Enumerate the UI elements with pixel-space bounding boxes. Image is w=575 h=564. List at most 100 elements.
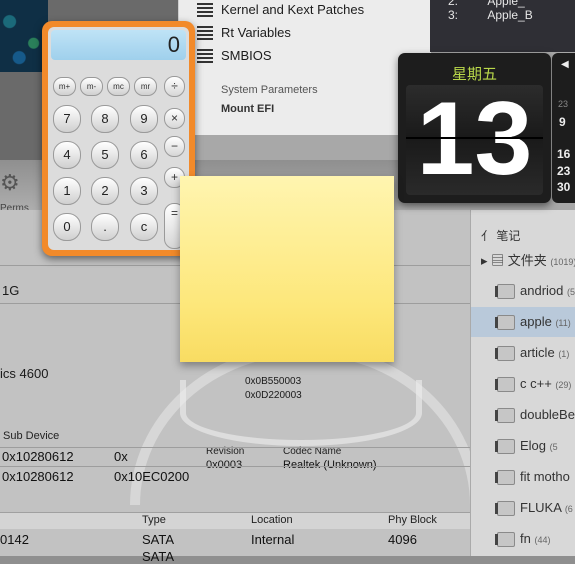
folder-count: (1) [558, 349, 570, 359]
calendar-day: 13 [416, 81, 533, 197]
settings-menu: Kernel and Kext Patches Rt Variables SMB… [178, 0, 431, 135]
partition-name: Apple_B [487, 8, 533, 22]
digit-8-button[interactable]: 8 [91, 105, 119, 133]
folder-count: (6 [564, 504, 573, 514]
memory-clear-button[interactable]: mc [107, 77, 130, 96]
digit-5-button[interactable]: 5 [91, 141, 119, 169]
list-icon [197, 26, 213, 40]
divider [0, 466, 470, 467]
folder-label: c c++ [520, 376, 552, 391]
revision-cell: 0x0003 [206, 459, 243, 471]
graphics-value: ics 4600 [0, 366, 49, 381]
notebook-icon [495, 501, 515, 516]
notes-folder-item[interactable]: doubleBe [471, 400, 575, 430]
notebook-icon [495, 532, 515, 547]
device-id-cell: 0x10EC0200 [114, 469, 190, 484]
memory-recall-button[interactable]: mr [134, 77, 157, 96]
calculator-display-value: 0 [167, 32, 180, 57]
notebook-icon [495, 470, 515, 485]
folder-label: FLUKA [520, 500, 562, 515]
notebook-icon [495, 408, 515, 423]
notes-icon: ⺅ [481, 229, 494, 243]
storage-id-cell: 0142 [0, 532, 29, 547]
calendar-widget: 星期五 13 [398, 53, 551, 203]
notebook-icon [495, 377, 515, 392]
notes-folder-item[interactable]: apple (11) [471, 307, 575, 337]
folder-label: fn [520, 531, 531, 546]
codec-name-cell: Realtek (Unknown) [283, 459, 377, 471]
sub-device-header: Sub Device [3, 430, 60, 442]
gear-icon[interactable]: ⚙ [0, 170, 20, 196]
divider [0, 447, 470, 448]
calendar-side-day[interactable]: 9 [559, 115, 566, 129]
notes-root-folder[interactable]: ▸ ▤ 文件夹 (1019) [481, 250, 575, 269]
calendar-side-top: 23 [558, 99, 569, 109]
folder-count: (5 [549, 442, 558, 452]
notes-folder-item[interactable]: c c++ (29) [471, 369, 575, 399]
folder-label: Elog [520, 438, 547, 453]
notes-folder-item[interactable]: Elog (5 [471, 431, 575, 461]
calendar-side-day[interactable]: 23 [557, 164, 570, 178]
menu-item-kernel-patches[interactable]: Kernel and Kext Patches [221, 2, 364, 17]
storage-type-cell: SATA [142, 532, 175, 547]
menu-item-system-parameters[interactable]: System Parameters [221, 84, 318, 96]
sub-device-cell: 0x10280612 [2, 469, 74, 484]
calendar-month-panel[interactable]: ◀ 23 9 16 23 30 [552, 53, 575, 203]
memory-subtract-button[interactable]: m- [80, 77, 103, 96]
folder-count: (11) [555, 318, 571, 328]
folder-count: (5 [567, 287, 575, 297]
partition-list: 2: Apple_ 3: Apple_B [430, 0, 575, 52]
menu-item-smbios[interactable]: SMBIOS [221, 48, 272, 63]
notebook-icon [495, 284, 515, 299]
column-phy-block[interactable]: Phy Block [388, 514, 437, 526]
notes-folder-item[interactable]: andriod (5 [471, 276, 575, 306]
memory-add-button[interactable]: m+ [53, 77, 76, 96]
digit-2-button[interactable]: 2 [91, 177, 119, 205]
calendar-side-day[interactable]: 30 [557, 180, 570, 194]
folder-label: article [520, 345, 555, 360]
notes-folder-item[interactable]: fn (44) [471, 524, 575, 554]
partition-number: 2: [448, 0, 459, 8]
notes-folder-item[interactable]: fit motho [471, 462, 575, 492]
digit-7-button[interactable]: 7 [53, 105, 81, 133]
column-type[interactable]: Type [142, 514, 166, 526]
sticky-note[interactable] [180, 176, 394, 362]
digit-3-button[interactable]: 3 [130, 177, 158, 205]
digit-0-button[interactable]: 0 [53, 213, 81, 241]
memory-value: 1G [2, 283, 20, 298]
sub-device-cell: 0x10280612 [2, 449, 74, 464]
root-folder-count: (1019) [550, 257, 575, 267]
digit-1-button[interactable]: 1 [53, 177, 81, 205]
folder-label: doubleBe [520, 407, 575, 422]
storage-type-cell: SATA [142, 549, 175, 564]
folder-count: (29) [555, 380, 572, 390]
folder-label: fit motho [520, 469, 570, 484]
multiply-button[interactable]: × [164, 108, 185, 129]
menu-item-rt-variables[interactable]: Rt Variables [221, 25, 291, 40]
notes-folder-item[interactable]: article (1) [471, 338, 575, 368]
calculator-body: 0 m+ m- mc mr ÷ 7 8 9 × 4 5 6 − 1 2 3 + … [48, 27, 189, 250]
column-location[interactable]: Location [251, 514, 293, 526]
menu-item-mount-efi[interactable]: Mount EFI [221, 103, 274, 115]
calendar-side-day[interactable]: 16 [557, 147, 570, 161]
notes-folder-item[interactable]: FLUKA (6 [471, 493, 575, 523]
list-icon [197, 3, 213, 17]
calculator-widget: 0 m+ m- mc mr ÷ 7 8 9 × 4 5 6 − 1 2 3 + … [42, 21, 195, 256]
notes-header: 笔记 [496, 229, 521, 243]
folder-label: apple [520, 314, 552, 329]
divide-button[interactable]: ÷ [164, 76, 185, 97]
subtract-button[interactable]: − [164, 136, 185, 157]
decimal-button[interactable]: . [91, 213, 119, 241]
digit-4-button[interactable]: 4 [53, 141, 81, 169]
notebook-icon [495, 439, 515, 454]
visual-artifact [180, 380, 422, 446]
clear-button[interactable]: c [130, 213, 158, 241]
storage-block-cell: 4096 [388, 532, 417, 547]
digit-6-button[interactable]: 6 [130, 141, 158, 169]
digit-9-button[interactable]: 9 [130, 105, 158, 133]
chevron-left-icon[interactable]: ◀ [561, 59, 569, 70]
calendar-split-line [406, 137, 543, 139]
device-id-cell: 0x [114, 449, 128, 464]
folder-label: andriod [520, 283, 564, 298]
partition-name: Apple_ [487, 0, 525, 8]
